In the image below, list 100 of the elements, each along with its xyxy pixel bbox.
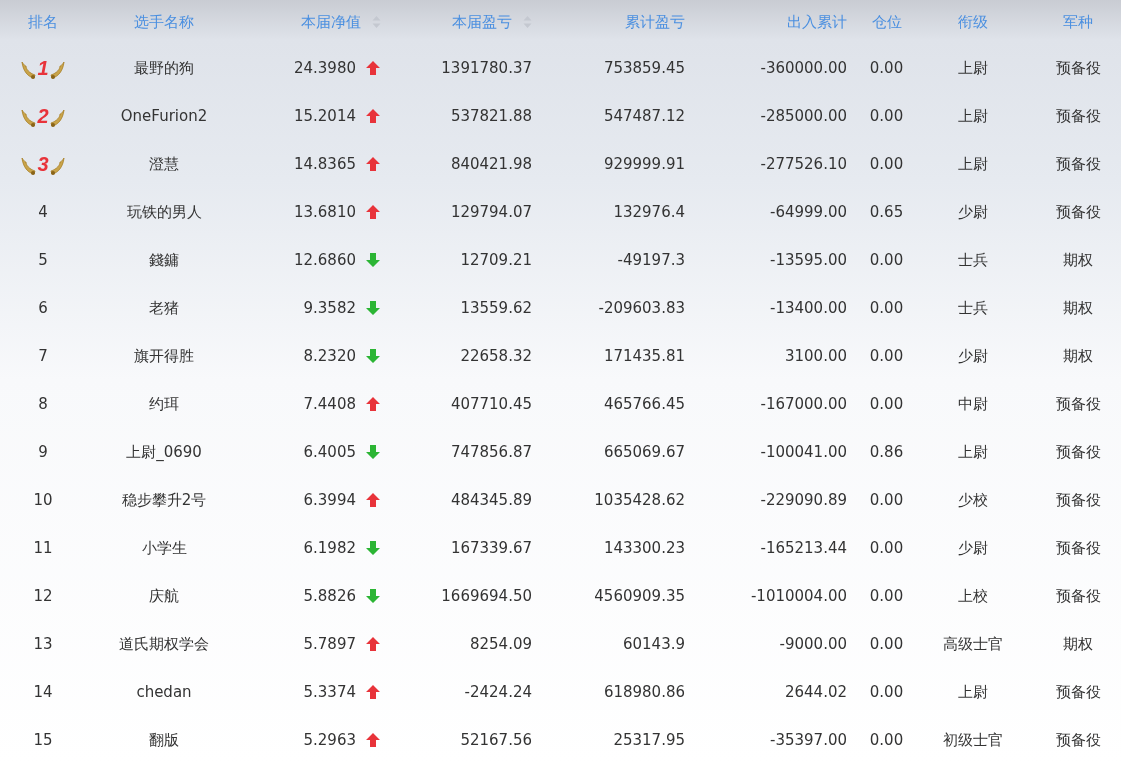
table-cell: -277526.10 <box>760 155 847 173</box>
table-cell: -209603.83 <box>598 299 685 317</box>
table-cell: 上尉 <box>958 682 988 702</box>
table-cell: 143300.23 <box>603 539 685 557</box>
table-cell: 预备役 <box>1055 586 1101 606</box>
table-cell: 12.6860 <box>293 251 356 269</box>
column-header: 仓位 <box>871 12 902 32</box>
table-cell: 407710.45 <box>450 395 532 413</box>
rank-number: 3 <box>37 152 49 176</box>
table-cell: -100041.00 <box>760 443 847 461</box>
table-cell: 1035428.62 <box>594 491 685 509</box>
table-cell: 15 <box>33 731 53 749</box>
column-header: 出入累计 <box>787 12 847 32</box>
table-cell: 132976.4 <box>613 203 685 221</box>
table-cell: 预备役 <box>1055 538 1101 558</box>
table-cell: 0.00 <box>869 107 904 125</box>
table-cell: 预备役 <box>1055 202 1101 222</box>
table-cell: 24.3980 <box>293 59 356 77</box>
table-cell: 预备役 <box>1055 394 1101 414</box>
column-header: 军种 <box>1063 12 1093 32</box>
table-cell: 4 <box>38 203 48 221</box>
table-cell: 6.3994 <box>303 491 356 509</box>
column-header[interactable]: 本届盈亏 <box>452 12 532 32</box>
table-cell: 0.86 <box>869 443 904 461</box>
table-cell: 7 <box>38 347 48 365</box>
table-cell: 期权 <box>1063 298 1093 318</box>
table-cell: 约珥 <box>149 394 179 414</box>
table-cell: -167000.00 <box>760 395 847 413</box>
table-cell: 5 <box>38 251 48 269</box>
table-cell: 747856.87 <box>450 443 532 461</box>
table-cell: 玩铁的男人 <box>126 202 202 222</box>
table-cell: 上尉 <box>958 442 988 462</box>
table-cell: OneFurion2 <box>120 107 208 125</box>
table-cell: -13595.00 <box>770 251 847 269</box>
table-cell: 129794.07 <box>450 203 532 221</box>
table-cell: -9000.00 <box>779 635 847 653</box>
table-cell: 老猪 <box>149 298 179 318</box>
rank-number: 1 <box>37 56 49 80</box>
table-cell: 少尉 <box>958 202 988 222</box>
table-cell: 52167.56 <box>460 731 532 749</box>
table-cell: -2424.24 <box>464 683 532 701</box>
table-cell: 上尉_0690 <box>126 442 202 462</box>
table-cell: 期权 <box>1063 346 1093 366</box>
table-cell: 0.00 <box>869 587 904 605</box>
table-cell: 最野的狗 <box>134 58 194 78</box>
table-cell: 840421.98 <box>450 155 532 173</box>
table-cell: 上尉 <box>958 58 988 78</box>
table-cell: 14.8365 <box>293 155 356 173</box>
table-cell: 3100.00 <box>784 347 847 365</box>
table-cell: 预备役 <box>1055 682 1101 702</box>
table-cell: 11 <box>33 539 53 557</box>
column-header: 累计盈亏 <box>625 12 685 32</box>
table-cell: 8 <box>38 395 48 413</box>
table-cell: 5.8826 <box>303 587 356 605</box>
table-cell: 12 <box>33 587 53 605</box>
table-cell: 预备役 <box>1055 106 1101 126</box>
table-cell: 0.00 <box>869 251 904 269</box>
table-cell: 10 <box>33 491 53 509</box>
table-cell: -229090.89 <box>760 491 847 509</box>
table-cell: 484345.89 <box>450 491 532 509</box>
table-cell: 753859.45 <box>603 59 685 77</box>
table-cell: 13.6810 <box>293 203 356 221</box>
table-cell: 旗开得胜 <box>134 346 194 366</box>
table-cell: 8.2320 <box>303 347 356 365</box>
table-cell: 0.00 <box>869 635 904 653</box>
table-cell: 13 <box>33 635 53 653</box>
column-header: 排名 <box>28 12 58 32</box>
table-cell: 5.2963 <box>303 731 356 749</box>
table-cell: 929999.91 <box>603 155 685 173</box>
table-cell: 547487.12 <box>603 107 685 125</box>
table-cell: 上尉 <box>958 106 988 126</box>
table-cell: 士兵 <box>958 250 988 270</box>
table-cell: 0.00 <box>869 299 904 317</box>
table-cell: 预备役 <box>1055 442 1101 462</box>
column-header[interactable]: 本届净值 <box>301 12 381 32</box>
table-cell: 翻版 <box>149 730 179 750</box>
table-cell: 7.4408 <box>303 395 356 413</box>
table-cell: 167339.67 <box>450 539 532 557</box>
table-cell: 60143.9 <box>622 635 685 653</box>
table-cell: 士兵 <box>958 298 988 318</box>
table-cell: 中尉 <box>958 394 988 414</box>
table-cell: 9.3582 <box>303 299 356 317</box>
table-cell: 高级士官 <box>943 634 1003 654</box>
table-cell: 12709.21 <box>460 251 532 269</box>
table-cell: 0.00 <box>869 491 904 509</box>
table-cell: -1010004.00 <box>750 587 847 605</box>
table-cell: 6 <box>38 299 48 317</box>
table-cell: 少校 <box>958 490 988 510</box>
table-cell: 少尉 <box>958 346 988 366</box>
table-cell: 预备役 <box>1055 154 1101 174</box>
table-cell: 6.1982 <box>303 539 356 557</box>
table-cell: 期权 <box>1063 634 1093 654</box>
column-header: 衔级 <box>958 12 988 32</box>
table-cell: 465766.45 <box>603 395 685 413</box>
table-cell: 0.00 <box>869 155 904 173</box>
table-cell: 618980.86 <box>603 683 685 701</box>
table-cell: 25317.95 <box>613 731 685 749</box>
table-cell: 0.65 <box>869 203 904 221</box>
table-cell: 预备役 <box>1055 490 1101 510</box>
table-cell: 稳步攀升2号 <box>121 490 207 510</box>
